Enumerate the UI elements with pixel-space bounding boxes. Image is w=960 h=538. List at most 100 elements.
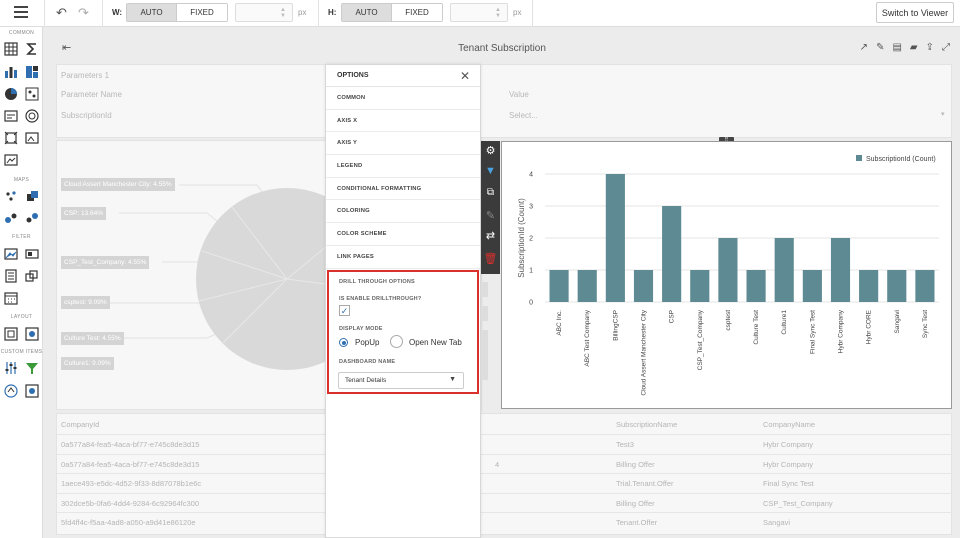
width-fixed-button[interactable]: FIXED (176, 4, 227, 21)
chart-tool-strip: ⚙ ▼ ⧉ ✎ ⇄ 🗑 (481, 141, 500, 274)
toolbox-sidebar: COMMON MAPS FILTER LAYOUT CUSTOM ITEMS (0, 27, 43, 538)
option-coloring[interactable]: COLORING (326, 200, 480, 224)
grid-cell: 1aece493-e5dc-4d52-9f33-8d87078b1e6c (61, 479, 202, 488)
settings-icon[interactable]: ⚙ (481, 144, 500, 157)
web-page-icon[interactable] (4, 384, 18, 398)
enable-drill-checkbox[interactable]: ✓ (339, 305, 350, 316)
option-common[interactable]: COMMON (326, 87, 480, 110)
height-fixed-button[interactable]: FIXED (391, 4, 442, 21)
pie-label: CSP_Test_Company: 4.55% (61, 256, 150, 269)
card-icon[interactable] (4, 109, 18, 123)
date-filter-icon[interactable] (4, 291, 18, 305)
section-layout: LAYOUT (10, 314, 33, 320)
y-tick-label: 0 (529, 300, 533, 307)
popup-radio[interactable] (339, 338, 348, 347)
bar (605, 174, 625, 302)
range-icon[interactable] (4, 131, 18, 145)
bar (802, 270, 822, 302)
choropleth-map-icon[interactable] (25, 189, 39, 203)
grid-cell: Trial.Tenant.Offer (616, 479, 674, 488)
tab-container-icon[interactable] (25, 327, 39, 341)
pie-chart-icon[interactable] (4, 87, 18, 101)
filter-icon[interactable]: ▼ (481, 165, 500, 177)
option-conditional-formatting[interactable]: CONDITIONAL FORMATTING (326, 178, 480, 201)
grid-cell: Sangavi (763, 518, 791, 527)
grid-cell: Billing Offer (616, 459, 655, 469)
tree-view-icon[interactable] (4, 269, 18, 283)
dashboard-name-select[interactable]: Tenant Details ▼ (338, 372, 464, 389)
grid-icon[interactable] (4, 42, 18, 56)
image-icon[interactable] (25, 131, 39, 145)
grid-row-divider (57, 453, 953, 455)
bar (662, 206, 682, 302)
export-icon[interactable]: ⇪ (926, 42, 934, 53)
bar (746, 270, 766, 302)
option-legend[interactable]: LEGEND (326, 155, 480, 178)
value-header: Value (509, 90, 529, 99)
option-link-pages[interactable]: LINK PAGES (326, 246, 480, 269)
swap-icon[interactable]: ⇄ (481, 229, 500, 242)
height-auto-button[interactable]: AUTO (342, 4, 392, 21)
sliders-icon[interactable] (4, 361, 18, 375)
pie-map-icon[interactable] (25, 211, 39, 225)
sigma-icon[interactable] (25, 42, 39, 56)
switch-to-viewer-button[interactable]: Switch to Viewer (876, 2, 954, 23)
data-source-icon[interactable]: ▤ (892, 42, 901, 53)
funnel-icon[interactable] (25, 361, 39, 375)
width-auto-button[interactable]: AUTO (127, 4, 177, 21)
header-actions: ↗ ✎ ▤ ▰ ⇪ ⤢ (860, 42, 950, 53)
dashboard-header: ⇤ Tenant Subscription ↗ ✎ ▤ ▰ ⇪ ⤢ (44, 27, 960, 67)
popup-label: PopUp (355, 338, 380, 347)
grid-row-divider (57, 492, 953, 494)
wrench-icon[interactable]: ✎ (481, 209, 500, 222)
scroll-stub (481, 306, 488, 321)
close-icon[interactable]: ✕ (460, 69, 470, 83)
pie-label: csptest: 9.09% (61, 296, 110, 309)
options-panel: OPTIONS ✕ COMMON AXIS X AXIS Y LEGEND CO… (325, 64, 481, 538)
open-external-icon[interactable]: ↗ (860, 42, 868, 53)
gauge-icon[interactable] (25, 109, 39, 123)
width-mode-toggle: AUTO FIXED (126, 3, 228, 22)
layers-icon[interactable]: ⧉ (481, 187, 500, 198)
combo-box-icon[interactable] (4, 247, 18, 261)
range-filter-icon[interactable] (25, 269, 39, 283)
map-points-icon[interactable] (4, 189, 18, 203)
width-unit: px (298, 8, 307, 17)
redo-icon[interactable]: ↷ (78, 5, 89, 21)
legend-label: SubscriptionId (Count) (866, 156, 936, 163)
bar (577, 270, 597, 302)
option-axis-y[interactable]: AXIS Y (326, 132, 480, 156)
new-tab-radio[interactable] (390, 335, 403, 348)
menu-icon[interactable] (14, 6, 28, 18)
treemap-icon[interactable] (25, 65, 39, 79)
divider (102, 0, 103, 27)
x-tick-label: Culture Test (753, 310, 760, 345)
y-tick-label: 4 (529, 172, 533, 179)
undo-icon[interactable]: ↶ (56, 5, 67, 21)
bubble-map-icon[interactable] (4, 211, 18, 225)
list-box-icon[interactable] (25, 247, 39, 261)
x-tick-label: Sangavi (894, 310, 901, 334)
grid-row-divider (57, 512, 953, 513)
fullscreen-icon[interactable]: ⤢ (942, 42, 950, 53)
scatter-icon[interactable] (25, 87, 39, 101)
parameters-panel: Parameters 1 Parameter Name Value Subscr… (56, 64, 952, 138)
edit-icon[interactable]: ✎ (876, 42, 884, 53)
bar-chart-icon[interactable] (4, 65, 18, 79)
text-box-icon[interactable] (4, 153, 18, 167)
chevron-down-icon[interactable]: ▾ (941, 110, 945, 118)
delete-icon[interactable]: 🗑 (481, 252, 500, 265)
scroll-stub (481, 330, 488, 380)
bar (549, 270, 569, 302)
comments-icon[interactable]: ▰ (910, 42, 918, 53)
group-icon[interactable] (4, 327, 18, 341)
pie-label: CSP: 13.64% (61, 207, 107, 220)
height-unit: px (513, 8, 522, 17)
x-tick-label: Cloud Assert Manchester City (641, 309, 648, 395)
height-input[interactable]: ▲ ▼ (450, 3, 508, 22)
param-value-select[interactable]: Select... (509, 111, 538, 120)
option-color-scheme[interactable]: COLOR SCHEME (326, 223, 480, 246)
option-axis-x[interactable]: AXIS X (326, 110, 480, 133)
custom-visual-icon[interactable] (25, 384, 39, 398)
width-input[interactable]: ▲ ▼ (235, 3, 293, 22)
